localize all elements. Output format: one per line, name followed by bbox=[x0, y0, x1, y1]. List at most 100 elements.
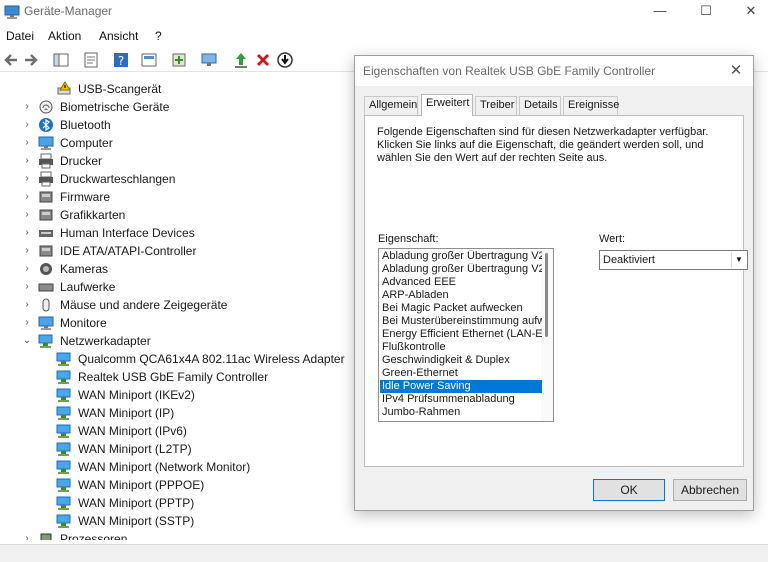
tree-item[interactable]: › Mäuse und andere Zeigegeräte bbox=[0, 296, 360, 314]
tree-item[interactable]: › Biometrische Geräte bbox=[0, 98, 360, 116]
chevron-right-icon[interactable]: › bbox=[21, 98, 33, 116]
menu-datei[interactable]: Datei bbox=[6, 29, 34, 43]
minimize-button[interactable]: — bbox=[637, 0, 683, 22]
mouse-icon bbox=[42, 298, 50, 312]
property-list-item[interactable]: Idle Power Saving bbox=[380, 380, 542, 393]
chevron-right-icon[interactable]: › bbox=[21, 134, 33, 152]
disable-device-icon[interactable] bbox=[276, 51, 294, 69]
show-hide-tree-icon[interactable] bbox=[52, 51, 70, 69]
maximize-button[interactable]: ☐ bbox=[683, 0, 729, 22]
chevron-right-icon[interactable]: › bbox=[21, 278, 33, 296]
chevron-right-icon[interactable]: › bbox=[21, 188, 33, 206]
listbox-scrollbar[interactable] bbox=[541, 249, 553, 421]
tree-item[interactable]: USB-Scangerät bbox=[0, 80, 360, 98]
property-list-item[interactable]: Advanced EEE bbox=[380, 276, 542, 289]
chevron-right-icon[interactable]: › bbox=[21, 260, 33, 278]
tree-item[interactable]: › Grafikkarten bbox=[0, 206, 360, 224]
tree-item[interactable]: › Druckwarteschlangen bbox=[0, 170, 360, 188]
property-list-item[interactable]: Abladung großer Übertragung V2 (IP bbox=[380, 263, 542, 276]
network-adapter-icon bbox=[56, 370, 71, 384]
property-list-item[interactable]: ARP-Abladen bbox=[380, 289, 542, 302]
tree-item[interactable]: › Human Interface Devices bbox=[0, 224, 360, 242]
chevron-down-icon[interactable]: ⌄ bbox=[21, 332, 33, 350]
tab-treiber[interactable]: Treiber bbox=[475, 96, 517, 115]
dialog-close-button[interactable]: ✕ bbox=[723, 58, 749, 84]
tree-item-label: Netzwerkadapter bbox=[60, 334, 151, 348]
chevron-right-icon[interactable]: › bbox=[21, 206, 33, 224]
properties-icon[interactable] bbox=[82, 51, 100, 69]
forward-arrow-icon[interactable] bbox=[22, 51, 40, 69]
listbox-scroll-thumb[interactable] bbox=[545, 253, 548, 337]
chevron-right-icon[interactable]: › bbox=[21, 530, 33, 540]
tree-item[interactable]: WAN Miniport (L2TP) bbox=[0, 440, 360, 458]
tab-ereignisse[interactable]: Ereignisse bbox=[563, 96, 619, 115]
property-list-item[interactable]: Bei Magic Packet aufwecken bbox=[380, 302, 542, 315]
main-scrollbar[interactable] bbox=[758, 80, 768, 540]
network-adapter-icon bbox=[56, 352, 71, 366]
network-adapter-icon bbox=[56, 388, 71, 402]
tree-item[interactable]: WAN Miniport (Network Monitor) bbox=[0, 458, 360, 476]
tree-item[interactable]: › Computer bbox=[0, 134, 360, 152]
tree-item[interactable]: › Prozessoren bbox=[0, 530, 360, 540]
tree-item[interactable]: › Monitore bbox=[0, 314, 360, 332]
scan-hardware-icon[interactable] bbox=[170, 51, 188, 69]
tree-item[interactable]: Realtek USB GbE Family Controller bbox=[0, 368, 360, 386]
tree-item[interactable]: ⌄ Netzwerkadapter bbox=[0, 332, 360, 350]
tab-details[interactable]: Details bbox=[519, 96, 561, 115]
back-arrow-icon[interactable] bbox=[2, 51, 20, 69]
tree-item[interactable]: WAN Miniport (IPv6) bbox=[0, 422, 360, 440]
tree-item[interactable]: › IDE ATA/ATAPI-Controller bbox=[0, 242, 360, 260]
property-list-item[interactable]: Flußkontrolle bbox=[380, 341, 542, 354]
menu-ansicht[interactable]: Ansicht bbox=[99, 29, 138, 43]
network-adapter-icon bbox=[56, 424, 71, 438]
tree-item[interactable]: WAN Miniport (PPPOE) bbox=[0, 476, 360, 494]
value-dropdown[interactable]: Deaktiviert ▼ bbox=[599, 250, 748, 270]
close-button[interactable]: ✕ bbox=[728, 0, 768, 22]
chevron-right-icon[interactable]: › bbox=[21, 314, 33, 332]
tree-item[interactable]: › Bluetooth bbox=[0, 116, 360, 134]
tree-item-label: WAN Miniport (IP) bbox=[78, 406, 175, 420]
tree-item[interactable]: WAN Miniport (PPTP) bbox=[0, 494, 360, 512]
tree-item[interactable]: WAN Miniport (IKEv2) bbox=[0, 386, 360, 404]
tab-erweitert[interactable]: Erweitert bbox=[421, 94, 473, 116]
tree-item-label: Prozessoren bbox=[60, 532, 128, 540]
svg-text:?: ? bbox=[118, 54, 124, 68]
tree-item[interactable]: › Kameras bbox=[0, 260, 360, 278]
dropdown-arrow-icon[interactable]: ▼ bbox=[731, 252, 746, 268]
tree-item-label: Realtek USB GbE Family Controller bbox=[78, 370, 269, 384]
chevron-right-icon[interactable]: › bbox=[21, 116, 33, 134]
property-listbox[interactable]: Abladung großer Übertragung V2 (IPAbladu… bbox=[378, 248, 554, 422]
property-list-item[interactable]: Jumbo-Rahmen bbox=[380, 406, 542, 419]
tree-item[interactable]: Qualcomm QCA61x4A 802.11ac Wireless Adap… bbox=[0, 350, 360, 368]
cancel-button[interactable]: Abbrechen bbox=[673, 479, 747, 501]
menu-bar: Datei Aktion Ansicht ? bbox=[0, 26, 768, 46]
chevron-right-icon[interactable]: › bbox=[21, 224, 33, 242]
chevron-right-icon[interactable]: › bbox=[21, 296, 33, 314]
update-driver-icon[interactable] bbox=[232, 51, 250, 69]
view-icon[interactable] bbox=[140, 51, 158, 69]
chevron-right-icon[interactable]: › bbox=[21, 152, 33, 170]
property-list-item[interactable]: Green-Ethernet bbox=[380, 367, 542, 380]
tree-item[interactable]: WAN Miniport (IP) bbox=[0, 404, 360, 422]
tree-item[interactable]: WAN Miniport (SSTP) bbox=[0, 512, 360, 530]
chevron-right-icon[interactable]: › bbox=[21, 242, 33, 260]
tree-item[interactable]: › Firmware bbox=[0, 188, 360, 206]
property-list-item[interactable]: IPv4 Prüfsummenabladung bbox=[380, 393, 542, 406]
tree-item-label: Kameras bbox=[60, 262, 109, 276]
tree-item-label: WAN Miniport (Network Monitor) bbox=[78, 460, 251, 474]
property-list-item[interactable]: Abladung großer Übertragung V2 (IP bbox=[380, 250, 542, 263]
ok-button[interactable]: OK bbox=[593, 479, 665, 501]
menu-help[interactable]: ? bbox=[155, 29, 162, 43]
property-list-item[interactable]: Bei Musterübereinstimmung aufweck bbox=[380, 315, 542, 328]
tab-allgemein[interactable]: Allgemein bbox=[364, 96, 418, 115]
uninstall-red-x-icon[interactable] bbox=[254, 51, 272, 69]
help-icon[interactable]: ? bbox=[112, 51, 130, 69]
tree-item[interactable]: › Drucker bbox=[0, 152, 360, 170]
chevron-right-icon[interactable]: › bbox=[21, 170, 33, 188]
tree-item[interactable]: › Laufwerke bbox=[0, 278, 360, 296]
computer-monitor-icon[interactable] bbox=[200, 51, 218, 69]
property-list-item[interactable]: Geschwindigkeit & Duplex bbox=[380, 354, 542, 367]
menu-aktion[interactable]: Aktion bbox=[48, 29, 81, 43]
property-label: Eigenschaft: bbox=[378, 233, 439, 245]
property-list-item[interactable]: Energy Efficient Ethernet (LAN-Energ bbox=[380, 328, 542, 341]
